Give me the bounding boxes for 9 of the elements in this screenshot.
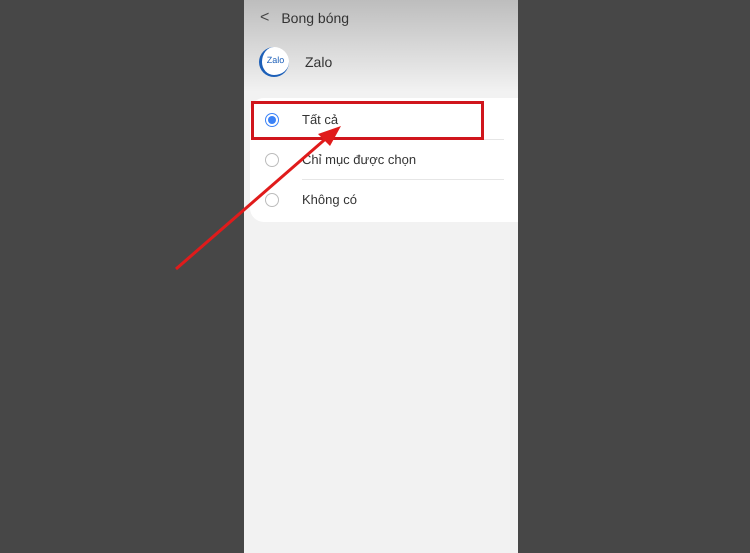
screen-title: Bong bóng — [281, 8, 350, 28]
radio-button[interactable] — [265, 193, 279, 207]
back-icon[interactable]: < — [260, 10, 270, 26]
option-label[interactable]: Không có — [302, 190, 357, 210]
option-label[interactable]: Tất cả — [302, 110, 338, 130]
app-logo: Zalo — [259, 47, 289, 77]
app-name: Zalo — [305, 52, 332, 72]
radio-button[interactable] — [265, 113, 279, 127]
radio-button[interactable] — [265, 153, 279, 167]
